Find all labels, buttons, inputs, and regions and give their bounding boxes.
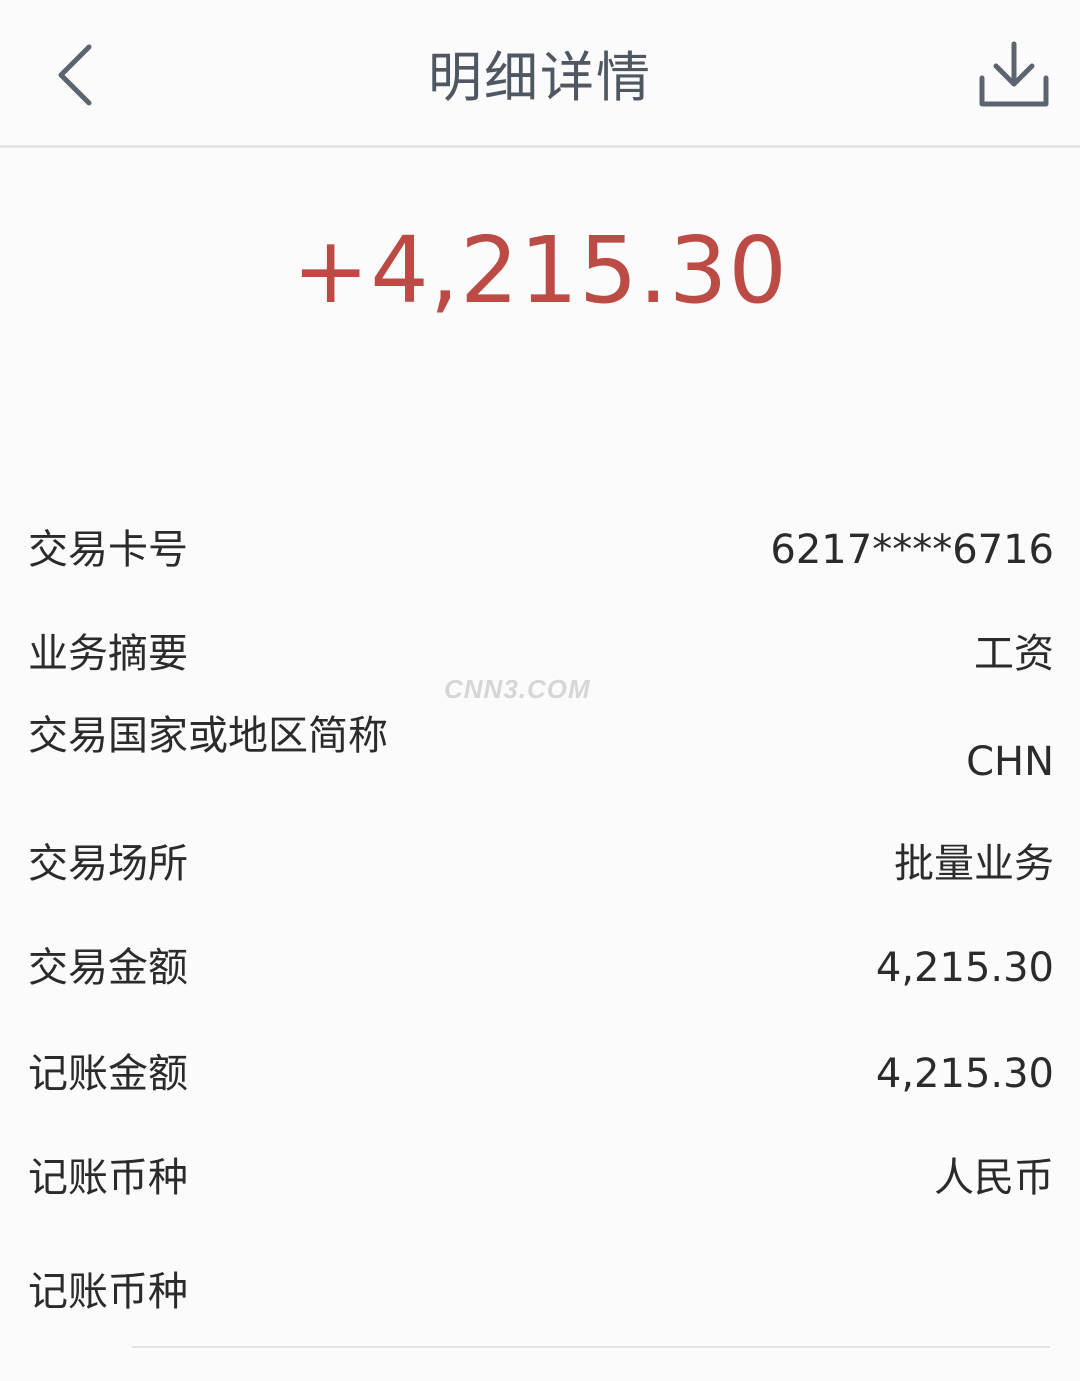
- detail-label: 记账金额: [28, 1051, 188, 1097]
- detail-value: 4,215.30: [875, 1051, 1054, 1097]
- detail-value: 批量业务: [894, 841, 1054, 887]
- detail-label: 记账币种: [28, 1155, 188, 1201]
- transaction-amount: +4,215.30: [292, 217, 788, 324]
- detail-value: 工资: [974, 631, 1054, 677]
- detail-label: 交易场所: [28, 841, 188, 887]
- top-bar: 明细详情: [0, 0, 1080, 148]
- detail-value: 人民币: [934, 1155, 1054, 1201]
- detail-label: 记账币种: [28, 1269, 188, 1315]
- page-title: 明细详情: [428, 46, 652, 109]
- detail-value: 4,215.30: [875, 945, 1054, 991]
- detail-label: 业务摘要: [28, 631, 188, 677]
- detail-value: 6217****6716: [770, 527, 1054, 573]
- divider: [132, 1346, 1050, 1348]
- detail-label: 交易卡号: [28, 527, 188, 573]
- detail-value: CHN: [966, 739, 1054, 785]
- detail-label: 交易国家或地区简称: [28, 713, 388, 759]
- watermark: CNN3.COM: [444, 674, 591, 704]
- download-icon: [979, 41, 1049, 107]
- download-button[interactable]: [974, 32, 1054, 116]
- detail-label: 交易金额: [28, 945, 188, 991]
